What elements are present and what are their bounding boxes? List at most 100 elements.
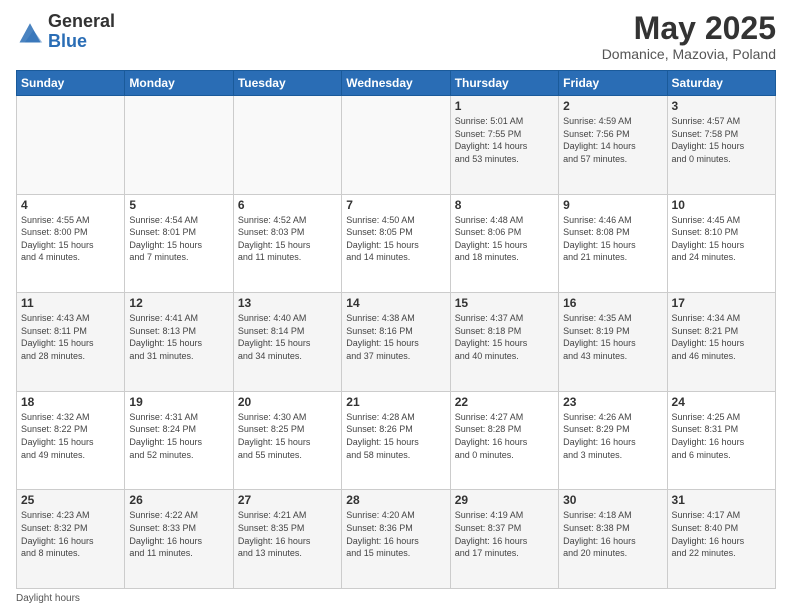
- calendar-cell: 9 Sunrise: 4:46 AM Sunset: 8:08 PM Daylig…: [559, 194, 667, 293]
- calendar-week-2: 4 Sunrise: 4:55 AM Sunset: 8:00 PM Daylig…: [17, 194, 776, 293]
- day-info: Sunrise: 4:55 AM Sunset: 8:00 PM Dayligh…: [21, 214, 120, 264]
- footer-note: Daylight hours: [16, 593, 776, 604]
- calendar-week-5: 25Sunrise: 4:23 AM Sunset: 8:32 PM Dayli…: [17, 490, 776, 589]
- day-number: 13: [238, 296, 337, 310]
- day-number: 27: [238, 493, 337, 507]
- calendar-cell: 29Sunrise: 4:19 AM Sunset: 8:37 PM Dayli…: [450, 490, 558, 589]
- calendar-cell: [17, 96, 125, 195]
- calendar-cell: 6 Sunrise: 4:52 AM Sunset: 8:03 PM Daylig…: [233, 194, 341, 293]
- day-info: Sunrise: 4:28 AM Sunset: 8:26 PM Dayligh…: [346, 411, 445, 461]
- calendar-cell: 12 Sunrise: 4:41 AM Sunset: 8:13 PM Dayli…: [125, 293, 233, 392]
- day-info: Sunrise: 4:26 AM Sunset: 8:29 PM Dayligh…: [563, 411, 662, 461]
- day-info: Sunrise: 4:18 AM Sunset: 8:38 PM Dayligh…: [563, 509, 662, 559]
- day-info: Sunrise: 4:20 AM Sunset: 8:36 PM Dayligh…: [346, 509, 445, 559]
- logo-text: General Blue: [48, 12, 115, 52]
- logo-blue: Blue: [48, 31, 87, 51]
- day-number: 8: [455, 198, 554, 212]
- page: General Blue May 2025 Domanice, Mazovia,…: [0, 0, 792, 612]
- calendar-cell: 13Sunrise: 4:40 AM Sunset: 8:14 PM Dayli…: [233, 293, 341, 392]
- day-info: Sunrise: 4:41 AM Sunset: 8:13 PM Dayligh…: [129, 312, 228, 362]
- calendar-cell: 20 Sunrise: 4:30 AM Sunset: 8:25 PM Dayli…: [233, 391, 341, 490]
- day-info: Sunrise: 4:22 AM Sunset: 8:33 PM Dayligh…: [129, 509, 228, 559]
- calendar-cell: [233, 96, 341, 195]
- calendar-cell: 21 Sunrise: 4:28 AM Sunset: 8:26 PM Dayli…: [342, 391, 450, 490]
- calendar-header-thursday: Thursday: [450, 71, 558, 96]
- day-number: 16: [563, 296, 662, 310]
- day-number: 18: [21, 395, 120, 409]
- calendar-header-friday: Friday: [559, 71, 667, 96]
- calendar-cell: 18 Sunrise: 4:32 AM Sunset: 8:22 PM Dayli…: [17, 391, 125, 490]
- calendar-header-tuesday: Tuesday: [233, 71, 341, 96]
- day-info: Sunrise: 4:52 AM Sunset: 8:03 PM Dayligh…: [238, 214, 337, 264]
- day-number: 12: [129, 296, 228, 310]
- day-info: Sunrise: 4:35 AM Sunset: 8:19 PM Dayligh…: [563, 312, 662, 362]
- calendar-cell: 31Sunrise: 4:17 AM Sunset: 8:40 PM Dayli…: [667, 490, 775, 589]
- month-title: May 2025: [602, 12, 776, 44]
- day-number: 14: [346, 296, 445, 310]
- calendar-week-4: 18 Sunrise: 4:32 AM Sunset: 8:22 PM Dayli…: [17, 391, 776, 490]
- day-number: 20: [238, 395, 337, 409]
- day-number: 30: [563, 493, 662, 507]
- calendar-cell: 7 Sunrise: 4:50 AM Sunset: 8:05 PM Daylig…: [342, 194, 450, 293]
- day-number: 2: [563, 99, 662, 113]
- calendar-cell: 14 Sunrise: 4:38 AM Sunset: 8:16 PM Dayli…: [342, 293, 450, 392]
- day-number: 3: [672, 99, 771, 113]
- day-info: Sunrise: 4:19 AM Sunset: 8:37 PM Dayligh…: [455, 509, 554, 559]
- day-info: Sunrise: 4:50 AM Sunset: 8:05 PM Dayligh…: [346, 214, 445, 264]
- calendar-cell: 3 Sunrise: 4:57 AM Sunset: 7:58 PM Daylig…: [667, 96, 775, 195]
- calendar-cell: 28Sunrise: 4:20 AM Sunset: 8:36 PM Dayli…: [342, 490, 450, 589]
- calendar-week-3: 11Sunrise: 4:43 AM Sunset: 8:11 PM Dayli…: [17, 293, 776, 392]
- day-info: Sunrise: 4:59 AM Sunset: 7:56 PM Dayligh…: [563, 115, 662, 165]
- calendar-cell: 30 Sunrise: 4:18 AM Sunset: 8:38 PM Dayli…: [559, 490, 667, 589]
- day-number: 25: [21, 493, 120, 507]
- calendar-table: SundayMondayTuesdayWednesdayThursdayFrid…: [16, 70, 776, 589]
- day-number: 4: [21, 198, 120, 212]
- calendar-cell: 25Sunrise: 4:23 AM Sunset: 8:32 PM Dayli…: [17, 490, 125, 589]
- calendar-cell: [342, 96, 450, 195]
- calendar-cell: 5Sunrise: 4:54 AM Sunset: 8:01 PM Daylig…: [125, 194, 233, 293]
- logo-icon: [16, 18, 44, 46]
- day-info: Sunrise: 4:37 AM Sunset: 8:18 PM Dayligh…: [455, 312, 554, 362]
- day-info: Sunrise: 5:01 AM Sunset: 7:55 PM Dayligh…: [455, 115, 554, 165]
- day-info: Sunrise: 4:48 AM Sunset: 8:06 PM Dayligh…: [455, 214, 554, 264]
- calendar-week-1: 1Sunrise: 5:01 AM Sunset: 7:55 PM Daylig…: [17, 96, 776, 195]
- day-number: 15: [455, 296, 554, 310]
- day-number: 17: [672, 296, 771, 310]
- calendar-header-saturday: Saturday: [667, 71, 775, 96]
- day-number: 31: [672, 493, 771, 507]
- day-info: Sunrise: 4:45 AM Sunset: 8:10 PM Dayligh…: [672, 214, 771, 264]
- day-info: Sunrise: 4:46 AM Sunset: 8:08 PM Dayligh…: [563, 214, 662, 264]
- day-info: Sunrise: 4:31 AM Sunset: 8:24 PM Dayligh…: [129, 411, 228, 461]
- calendar-cell: 1Sunrise: 5:01 AM Sunset: 7:55 PM Daylig…: [450, 96, 558, 195]
- subtitle: Domanice, Mazovia, Poland: [602, 46, 776, 62]
- calendar-header-monday: Monday: [125, 71, 233, 96]
- day-info: Sunrise: 4:54 AM Sunset: 8:01 PM Dayligh…: [129, 214, 228, 264]
- calendar-cell: 2 Sunrise: 4:59 AM Sunset: 7:56 PM Daylig…: [559, 96, 667, 195]
- day-number: 21: [346, 395, 445, 409]
- calendar-header-row: SundayMondayTuesdayWednesdayThursdayFrid…: [17, 71, 776, 96]
- calendar-cell: 23 Sunrise: 4:26 AM Sunset: 8:29 PM Dayli…: [559, 391, 667, 490]
- day-info: Sunrise: 4:38 AM Sunset: 8:16 PM Dayligh…: [346, 312, 445, 362]
- calendar-cell: 10 Sunrise: 4:45 AM Sunset: 8:10 PM Dayli…: [667, 194, 775, 293]
- day-number: 23: [563, 395, 662, 409]
- day-number: 19: [129, 395, 228, 409]
- day-info: Sunrise: 4:30 AM Sunset: 8:25 PM Dayligh…: [238, 411, 337, 461]
- calendar-cell: 19 Sunrise: 4:31 AM Sunset: 8:24 PM Dayli…: [125, 391, 233, 490]
- day-info: Sunrise: 4:57 AM Sunset: 7:58 PM Dayligh…: [672, 115, 771, 165]
- calendar-cell: 22Sunrise: 4:27 AM Sunset: 8:28 PM Dayli…: [450, 391, 558, 490]
- daylight-hours-label: Daylight hours: [16, 593, 80, 604]
- day-number: 26: [129, 493, 228, 507]
- day-info: Sunrise: 4:32 AM Sunset: 8:22 PM Dayligh…: [21, 411, 120, 461]
- logo-general: General: [48, 11, 115, 31]
- calendar-cell: [125, 96, 233, 195]
- day-number: 6: [238, 198, 337, 212]
- calendar-cell: 16 Sunrise: 4:35 AM Sunset: 8:19 PM Dayli…: [559, 293, 667, 392]
- title-area: May 2025 Domanice, Mazovia, Poland: [602, 12, 776, 62]
- day-number: 9: [563, 198, 662, 212]
- calendar-cell: 26 Sunrise: 4:22 AM Sunset: 8:33 PM Dayli…: [125, 490, 233, 589]
- calendar-cell: 8 Sunrise: 4:48 AM Sunset: 8:06 PM Daylig…: [450, 194, 558, 293]
- day-number: 7: [346, 198, 445, 212]
- day-number: 10: [672, 198, 771, 212]
- day-number: 24: [672, 395, 771, 409]
- day-info: Sunrise: 4:25 AM Sunset: 8:31 PM Dayligh…: [672, 411, 771, 461]
